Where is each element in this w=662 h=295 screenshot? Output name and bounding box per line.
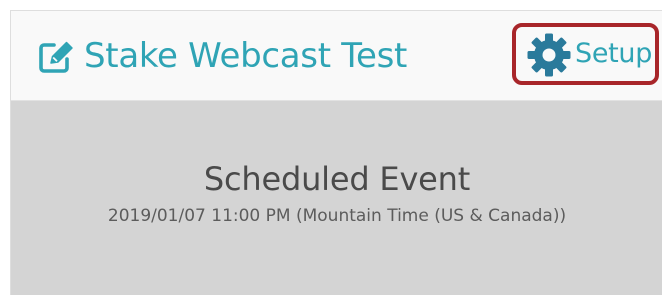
event-panel: Scheduled Event 2019/01/07 11:00 PM (Mou… bbox=[11, 101, 662, 295]
edit-icon[interactable] bbox=[38, 40, 74, 74]
event-datetime: 2019/01/07 11:00 PM (Mountain Time (US &… bbox=[107, 206, 567, 226]
setup-button[interactable]: Setup bbox=[512, 23, 659, 85]
page-title: Stake Webcast Test bbox=[84, 36, 408, 76]
webcast-card: Stake Webcast Test Setup Scheduled Event… bbox=[10, 10, 662, 295]
gear-icon bbox=[526, 32, 572, 78]
event-status: Scheduled Event bbox=[203, 160, 471, 198]
setup-label: Setup bbox=[575, 38, 653, 69]
card-header: Stake Webcast Test Setup bbox=[11, 11, 662, 101]
